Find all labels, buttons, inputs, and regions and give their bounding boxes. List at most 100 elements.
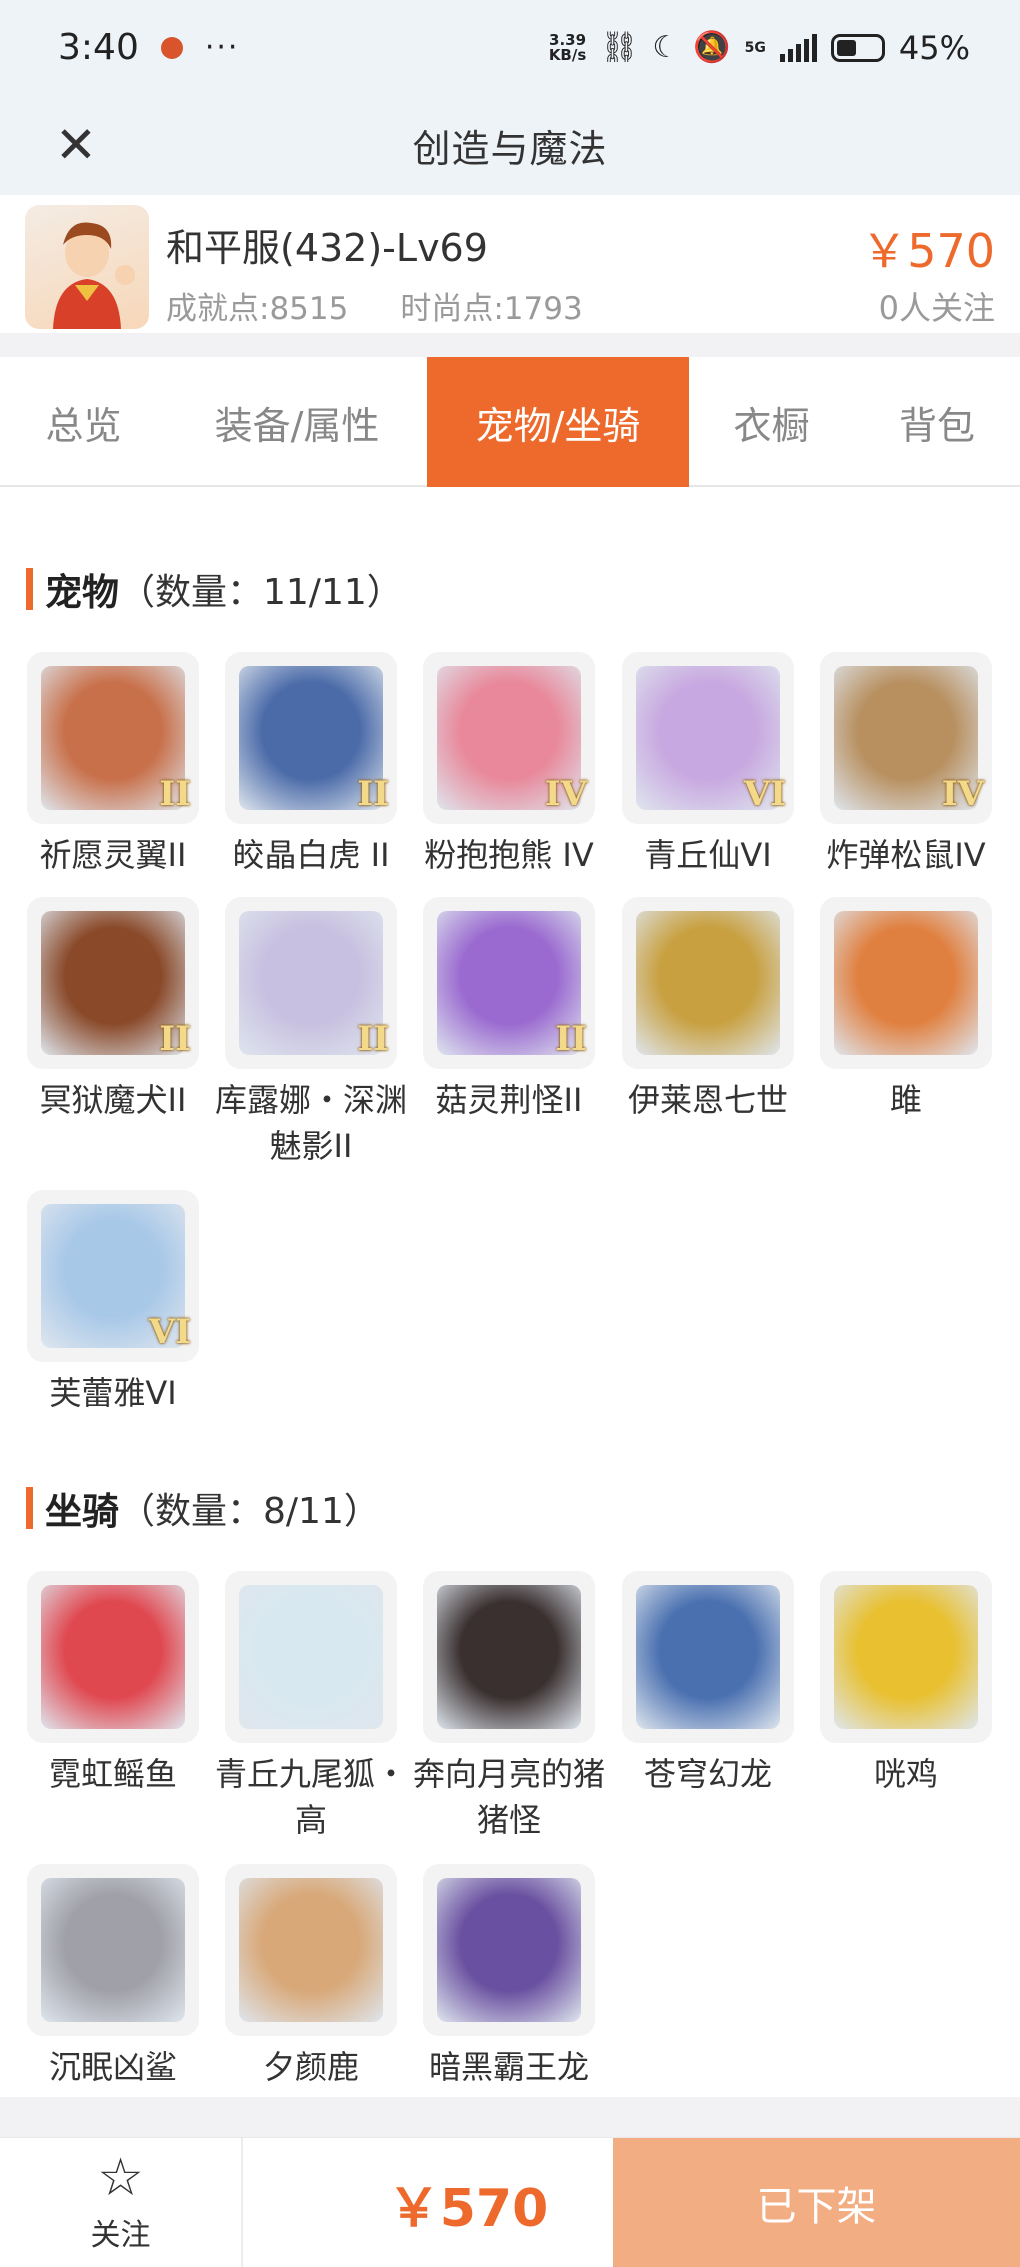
- network-type: 5G: [744, 39, 766, 56]
- pet-image: IV: [820, 652, 992, 824]
- pet-image: II: [423, 897, 595, 1069]
- pet-name: 库露娜・深渊魅影II: [214, 1081, 407, 1165]
- mount-name: 奔向月亮的猪猪怪: [412, 1755, 605, 1839]
- bottom-price: ￥570: [387, 2178, 549, 2239]
- mount-image: [27, 1864, 199, 2036]
- tab-bar: 总览 装备/属性 宠物/坐骑 衣橱 背包: [0, 357, 1020, 487]
- pet-name: 青丘仙VI: [644, 836, 772, 874]
- mount-item[interactable]: 暗黑霸王龙: [410, 1864, 608, 2090]
- pets-section-title: 宠物 （数量：11/11）: [26, 562, 403, 616]
- signal-icon: [779, 33, 817, 62]
- more-notifications-icon: ···: [204, 30, 240, 65]
- achievement-points: 成就点:8515: [166, 291, 349, 327]
- tab-overview[interactable]: 总览: [0, 357, 167, 487]
- pet-name: 冥狱魔犬II: [39, 1081, 187, 1119]
- mount-name: 霓虹鳐鱼: [48, 1755, 177, 1793]
- price-label: ￥570: [861, 224, 995, 278]
- pet-item[interactable]: II 菇灵荆怪II: [410, 897, 608, 1123]
- network-speed: 3.39 KB/s: [548, 30, 587, 64]
- tab-equipment[interactable]: 装备/属性: [167, 357, 427, 487]
- avatar: [25, 205, 149, 329]
- grade-badge: VI: [148, 1312, 191, 1352]
- pet-name: 粉抱抱熊 IV: [424, 836, 594, 874]
- moon-icon: ☾: [652, 30, 680, 65]
- mute-icon: 🔕: [693, 30, 731, 65]
- pet-name: 皎晶白虎 II: [232, 836, 390, 874]
- pet-image: IV: [423, 652, 595, 824]
- mount-item[interactable]: 沉眠凶鲨: [14, 1864, 212, 2090]
- pet-item[interactable]: VI 芙蕾雅VI: [14, 1190, 212, 1416]
- battery-icon: [830, 33, 885, 62]
- pet-item[interactable]: IV 粉抱抱熊 IV: [410, 652, 608, 878]
- mount-item[interactable]: 奔向月亮的猪猪怪: [410, 1571, 608, 1843]
- title-bar: ✕ 创造与魔法: [0, 95, 1020, 195]
- page-title: 创造与魔法: [412, 126, 608, 171]
- mount-item[interactable]: 咣鸡: [807, 1571, 1005, 1797]
- mount-image: [820, 1571, 992, 1743]
- pet-item[interactable]: VI 青丘仙VI: [609, 652, 807, 878]
- mount-image: [622, 1571, 794, 1743]
- pet-name: 伊莱恩七世: [627, 1081, 788, 1119]
- pet-image: II: [225, 897, 397, 1069]
- mount-image: [423, 1571, 595, 1743]
- pet-item[interactable]: II 冥狱魔犬II: [14, 897, 212, 1123]
- section-marker: [26, 1487, 33, 1529]
- delisted-button[interactable]: 已下架: [613, 2138, 1020, 2267]
- pet-name: 雎: [889, 1081, 922, 1119]
- tab-wardrobe[interactable]: 衣橱: [689, 357, 854, 487]
- pet-item[interactable]: II 祈愿灵翼II: [14, 652, 212, 878]
- pet-item[interactable]: IV 炸弹松鼠IV: [807, 652, 1005, 878]
- pet-image: VI: [622, 652, 794, 824]
- battery-percent: 45%: [898, 28, 970, 67]
- mount-name: 夕颜鹿: [262, 2048, 359, 2086]
- grade-badge: IV: [941, 774, 984, 814]
- account-header: 和平服(432)-Lv69 成就点:8515 时尚点:1793 ￥570 0人关…: [0, 195, 1020, 333]
- pet-image: [622, 897, 794, 1069]
- mount-item[interactable]: 青丘九尾狐・高: [212, 1571, 410, 1843]
- mount-name: 沉眠凶鲨: [48, 2048, 177, 2086]
- pet-item[interactable]: II 皎晶白虎 II: [212, 652, 410, 878]
- grade-badge: II: [357, 1019, 389, 1059]
- grade-badge: II: [357, 774, 389, 814]
- status-bar: 3:40 ··· 3.39 KB/s ⛓ ☾ 🔕 5G 45%: [0, 0, 1020, 95]
- close-icon[interactable]: ✕: [48, 116, 104, 174]
- follow-button[interactable]: ☆ 关注: [0, 2138, 243, 2267]
- mount-name: 苍穹幻龙: [643, 1755, 772, 1793]
- pet-item[interactable]: II 库露娜・深渊魅影II: [212, 897, 410, 1169]
- grade-badge: II: [555, 1019, 587, 1059]
- section-marker: [26, 568, 33, 610]
- mount-name: 青丘九尾狐・高: [214, 1755, 407, 1839]
- pet-image: II: [27, 652, 199, 824]
- tab-backpack[interactable]: 背包: [854, 357, 1020, 487]
- mount-name: 暗黑霸王龙: [428, 2048, 589, 2086]
- pet-image: VI: [27, 1190, 199, 1362]
- pet-image: II: [27, 897, 199, 1069]
- bottom-bar: ☆ 关注 ￥570 已下架: [0, 2137, 1020, 2267]
- pet-name: 祈愿灵翼II: [39, 836, 187, 874]
- app-notification-icon: [160, 36, 183, 59]
- pet-item[interactable]: 雎: [807, 897, 1005, 1123]
- hotspot-icon: ⛓: [600, 30, 639, 65]
- tab-pets-mounts[interactable]: 宠物/坐骑: [427, 357, 689, 487]
- mount-image: [27, 1571, 199, 1743]
- pet-item[interactable]: 伊莱恩七世: [609, 897, 807, 1123]
- star-icon: ☆: [97, 2148, 144, 2208]
- mount-image: [423, 1864, 595, 2036]
- content-area: 宠物 （数量：11/11） II 祈愿灵翼II II 皎晶白虎 II IV 粉抱抱熊 IV…: [0, 487, 1020, 2097]
- pet-name: 菇灵荆怪II: [435, 1081, 583, 1119]
- pet-name: 炸弹松鼠IV: [826, 836, 986, 874]
- mount-image: [225, 1571, 397, 1743]
- clock: 3:40: [58, 27, 139, 68]
- mount-image: [225, 1864, 397, 2036]
- mount-item[interactable]: 夕颜鹿: [212, 1864, 410, 2090]
- mount-item[interactable]: 苍穹幻龙: [609, 1571, 807, 1797]
- mounts-section-title: 坐骑 （数量：8/11）: [26, 1481, 380, 1535]
- account-name: 和平服(432)-Lv69: [166, 226, 488, 270]
- pet-name: 芙蕾雅VI: [49, 1374, 177, 1412]
- grade-badge: II: [159, 1019, 191, 1059]
- fashion-points: 时尚点:1793: [400, 291, 583, 327]
- mount-name: 咣鸡: [873, 1755, 938, 1793]
- account-stats: 成就点:8515 时尚点:1793: [166, 283, 583, 328]
- mount-item[interactable]: 霓虹鳐鱼: [14, 1571, 212, 1797]
- grade-badge: IV: [544, 774, 587, 814]
